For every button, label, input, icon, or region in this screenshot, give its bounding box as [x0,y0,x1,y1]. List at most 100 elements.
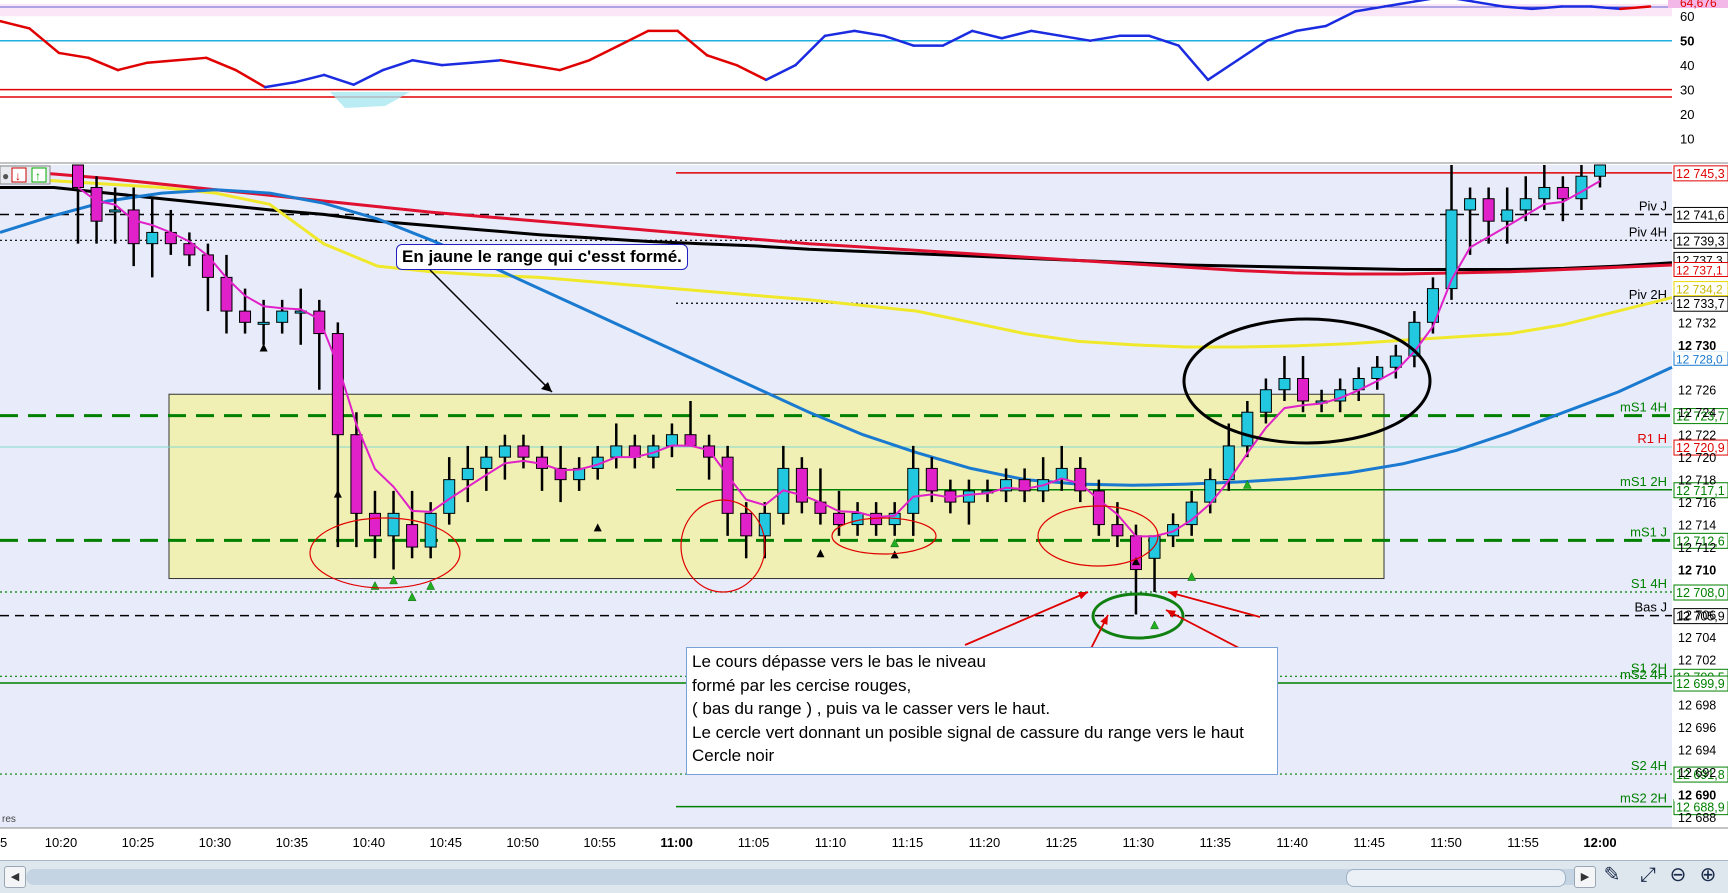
zoom-out-icon[interactable]: ⊖ [1666,862,1690,888]
price-y-tick: 12 718 [1678,474,1716,488]
level-label: Bas J [1634,600,1667,615]
zoom-in-icon[interactable]: ⊕ [1696,862,1720,888]
level-label: Piv 4H [1629,224,1667,239]
price-y-tick: 12 726 [1678,384,1716,398]
rsi-y-tick: 10 [1680,132,1694,147]
x-axis-tick: 11:40 [1276,835,1308,850]
price-y-tick: 12 732 [1678,316,1716,330]
candle-body [1111,524,1124,537]
candle-body [331,333,344,436]
price-y-tick: 12 692 [1678,766,1716,780]
candle-body [610,445,623,458]
candle-body [424,512,437,548]
rsi-panel-bg [0,0,1672,163]
level-label: mS1 4H [1620,400,1667,415]
candle-body [1594,164,1606,177]
x-axis-tick: 11:20 [969,835,1001,850]
price-y-tick: 12 714 [1678,519,1716,533]
horizontal-scrollbar[interactable]: ◀ ▶ [0,860,1728,893]
candle-body [350,434,363,514]
candle-body [740,512,753,537]
note-line-1: Le cours dépasse vers le bas le niveau [692,652,986,671]
x-axis-tick: 11:50 [1430,835,1462,850]
x-axis-tick: 10:55 [583,835,616,850]
price-y-tick: 12 724 [1678,406,1716,420]
breakout-explanation-note: Le cours dépasse vers le bas le niveau f… [686,647,1278,775]
price-y-tick: 12 720 [1678,451,1716,465]
x-axis-tick: 11:25 [1046,835,1078,850]
candle-body [1278,378,1291,391]
level-label: mS1 2H [1620,474,1667,489]
level-value: 12 733,7 [1676,297,1725,311]
zoom-fit-icon[interactable]: ⤢ [1636,862,1660,888]
candle-body [368,512,381,537]
note-line-3: ( bas du range ) , puis va le casser ver… [692,699,1051,718]
x-axis-tick: 11:35 [1199,835,1231,850]
candle-body [90,186,103,222]
candle-body [406,524,419,548]
note-line-5: Cercle noir [692,746,775,765]
candle-body [109,209,122,213]
candle-body [1556,186,1569,200]
candle-body [833,512,845,526]
rsi-overbought-band [0,4,1672,17]
price-y-tick: 12 712 [1678,541,1716,555]
x-axis-tick: 10:30 [199,835,232,850]
scroll-left-icon[interactable]: ◀ [4,866,26,888]
candle-body [1575,175,1588,200]
level-label: mS2 4H [1620,667,1667,682]
candle-body [1538,186,1551,200]
range-annotation-callout: En jaune le range qui c'esst formé. [396,244,688,270]
candle-body [276,310,289,323]
price-y-tick: 12 696 [1678,721,1716,735]
scroll-right-icon[interactable]: ▶ [1574,866,1596,888]
x-axis-tick: 11:55 [1507,835,1539,850]
x-axis-tick: 11:15 [892,835,924,850]
level-value: 12 739,3 [1676,234,1725,248]
price-y-tick: 12 702 [1678,653,1716,667]
candle-body [1519,198,1532,211]
candle-body [1501,209,1514,222]
x-axis-tick: 11:45 [1353,835,1385,850]
level-label: mS2 2H [1620,791,1667,806]
price-y-tick: 12 690 [1678,788,1716,802]
candle-body [72,164,84,188]
candle-body [1464,198,1477,211]
level-value: 12 699,9 [1676,677,1725,691]
candle-body [480,456,493,469]
price-y-tick: 12 698 [1678,698,1716,712]
x-axis-bg [0,828,1728,860]
level-label: S2 4H [1631,758,1667,773]
candle-body [517,445,530,458]
x-axis-tick: 10:45 [429,835,462,850]
candle-body [684,434,697,447]
scroll-thumb[interactable] [1346,869,1566,887]
pencil-icon[interactable]: ✎ [1600,862,1624,888]
x-axis-tick: 12:00 [1583,835,1616,850]
candle-body [257,321,270,325]
x-axis-tick: 11:30 [1123,835,1155,850]
price-y-tick: 12 704 [1678,631,1716,645]
candle-body [1241,411,1254,447]
axis-tag-value: 12 737,1 [1676,264,1723,278]
level-value: 12 708,0 [1676,586,1725,600]
candle-body [925,467,938,492]
candle-body [721,456,734,514]
rsi-y-tick: 20 [1680,107,1694,122]
price-y-tick: 12 730 [1678,339,1716,353]
candle-body [1259,389,1272,413]
sell-arrow-glyph: ↓ [15,169,21,183]
x-axis-tick: 10:40 [353,835,386,850]
level-value: 12 745,3 [1676,167,1725,181]
price-y-tick: 12 722 [1678,429,1716,443]
price-y-tick: 12 710 [1678,564,1716,578]
x-axis-tick: 10:25 [122,835,155,850]
range-annotation-text: En jaune le range qui c'esst formé. [402,247,682,266]
axis-tag-value: 12 728,0 [1676,352,1723,366]
price-y-tick: 12 688 [1678,811,1716,825]
rsi-y-tick: 60 [1680,9,1694,24]
x-axis-tick: 10:20 [45,835,78,850]
price-y-tick: 12 706 [1678,608,1716,622]
x-axis-tick: 10:50 [506,835,539,850]
candle-body [851,512,864,526]
